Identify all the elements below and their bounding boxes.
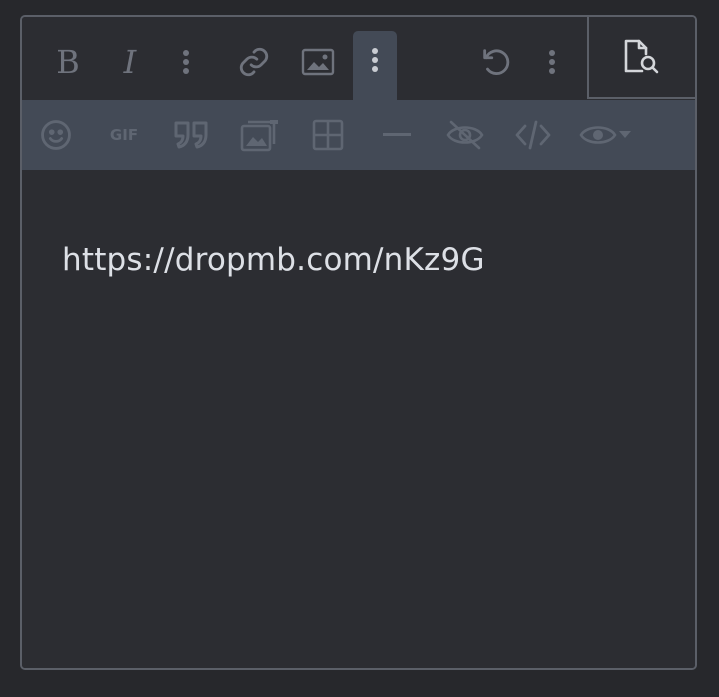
preview-button[interactable] — [587, 17, 695, 99]
image-button[interactable] — [296, 31, 340, 93]
more-text-options-button[interactable] — [164, 31, 208, 93]
eye-icon — [579, 126, 617, 144]
undo-button[interactable] — [474, 31, 518, 93]
visibility-dropdown-button[interactable] — [572, 100, 638, 170]
vertical-dots-icon — [372, 47, 378, 72]
link-button[interactable] — [232, 31, 276, 93]
document-search-icon — [624, 39, 659, 74]
image-icon — [301, 48, 335, 76]
gif-icon: GIF — [109, 126, 139, 144]
spoiler-button[interactable] — [440, 100, 490, 170]
editor-text[interactable]: https://dropmb.com/nKz9G — [62, 242, 485, 278]
primary-toolbar: B I — [22, 17, 695, 100]
horizontal-line-button[interactable] — [372, 100, 422, 170]
more-options-button[interactable] — [530, 31, 574, 93]
bold-button[interactable]: B — [46, 31, 90, 93]
vertical-dots-icon — [549, 50, 555, 74]
italic-icon: I — [123, 43, 137, 81]
more-insert-options-button[interactable] — [353, 31, 397, 100]
code-icon — [515, 120, 551, 150]
undo-icon — [483, 49, 510, 75]
table-icon — [312, 119, 344, 151]
rich-text-editor: B I GIF https://dropmb.com/nKz9G — [20, 15, 697, 670]
emoji-button[interactable] — [31, 100, 81, 170]
media-button[interactable] — [235, 100, 285, 170]
emoji-icon — [41, 120, 71, 150]
code-button[interactable] — [508, 100, 558, 170]
table-button[interactable] — [303, 100, 353, 170]
media-gallery-icon — [240, 120, 278, 152]
gif-button[interactable]: GIF — [99, 100, 149, 170]
horizontal-rule-icon — [383, 133, 411, 136]
link-icon — [239, 47, 269, 77]
eye-off-icon — [446, 120, 484, 150]
quote-button[interactable] — [167, 100, 217, 170]
vertical-dots-icon — [183, 50, 189, 74]
chevron-down-icon — [619, 131, 631, 138]
italic-button[interactable]: I — [108, 31, 152, 93]
secondary-toolbar: GIF — [22, 100, 695, 170]
quote-icon — [174, 121, 208, 149]
editor-content-area[interactable]: https://dropmb.com/nKz9G — [22, 170, 695, 668]
bold-icon: B — [56, 43, 80, 81]
